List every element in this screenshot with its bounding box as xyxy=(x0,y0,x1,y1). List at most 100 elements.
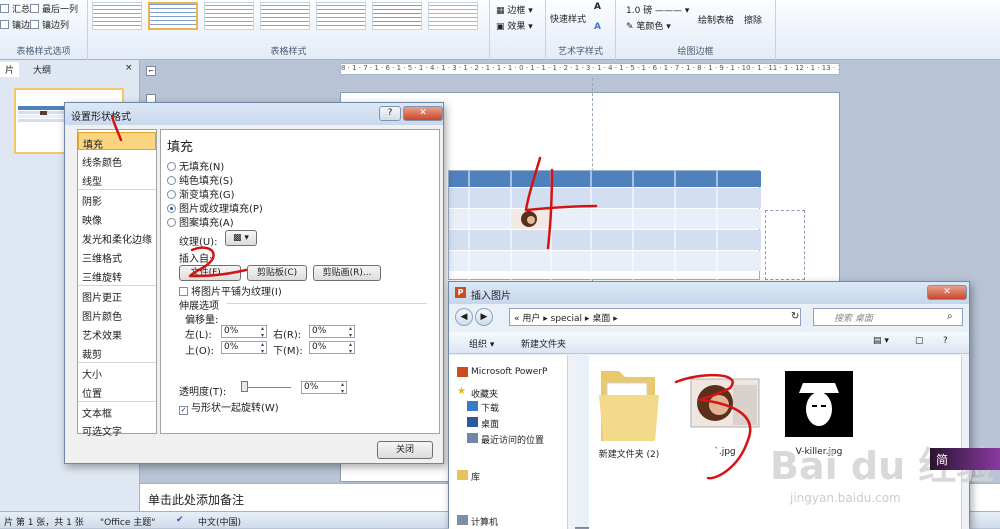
back-icon[interactable]: ◀ xyxy=(455,308,473,326)
dialog-titlebar[interactable]: P 插入图片 ✕ xyxy=(449,282,969,304)
banded-columns-option[interactable]: 镶边列 xyxy=(30,18,69,31)
border-button[interactable]: ▦ 边框 ▾ xyxy=(496,3,533,16)
breadcrumb-users[interactable]: 用户 xyxy=(522,314,540,324)
art-text-group: 快速样式 A A 艺术字样式 xyxy=(546,0,616,60)
language-indicator[interactable]: 中文(中国) xyxy=(198,515,241,528)
eraser-button[interactable]: 擦除 xyxy=(744,13,762,26)
transparency-input[interactable]: 0% xyxy=(301,381,347,395)
nav-crop[interactable]: 裁剪 xyxy=(78,343,156,361)
nav-3d-rotation[interactable]: 三维旋转 xyxy=(78,266,156,284)
tree-item-downloads[interactable]: 下载 xyxy=(467,401,499,414)
slider-thumb[interactable] xyxy=(241,381,248,392)
tree-item-libraries[interactable]: 库 xyxy=(457,470,480,483)
nav-picture-color[interactable]: 图片颜色 xyxy=(78,305,156,323)
nav-position[interactable]: 位置 xyxy=(78,382,156,400)
tree-item-computer[interactable]: 计算机 xyxy=(457,515,498,528)
organize-button[interactable]: 组织 ▾ xyxy=(469,337,494,350)
nav-text-box[interactable]: 文本框 xyxy=(78,402,156,420)
table-style-swatch[interactable] xyxy=(372,2,422,30)
solid-fill-radio[interactable]: 纯色填充(S) xyxy=(167,172,233,187)
divider xyxy=(227,303,427,304)
tab-slides[interactable]: 片 xyxy=(0,62,20,77)
no-fill-radio[interactable]: 无填充(N) xyxy=(167,158,224,173)
folder-item[interactable]: 新建文件夹 (2) xyxy=(589,365,669,460)
nav-reflection[interactable]: 映像 xyxy=(78,209,156,227)
horizontal-ruler[interactable]: 8 · 1 · 7 · 1 · 6 · 1 · 5 · 1 · 4 · 1 · … xyxy=(340,63,840,75)
address-bar[interactable]: « 用户 ▸ special ▸ 桌面 ▸ xyxy=(509,308,801,326)
forward-icon[interactable]: ▶ xyxy=(475,308,493,326)
offsets-label: 偏移量: xyxy=(185,315,219,326)
tree-item-recent[interactable]: 最近访问的位置 xyxy=(467,433,544,446)
gradient-fill-radio[interactable]: 渐变填充(G) xyxy=(167,186,235,201)
pen-color-button[interactable]: ✎ 笔颜色 ▾ xyxy=(626,19,671,32)
table-style-swatch-selected[interactable] xyxy=(148,2,198,30)
text-effects-icon[interactable]: A xyxy=(594,22,601,32)
spellcheck-icon[interactable]: ✔ xyxy=(176,515,184,525)
tab-outline[interactable]: 大纲 xyxy=(28,62,56,77)
clipart-button[interactable]: 剪贴画(R)... xyxy=(313,265,381,281)
transparency-slider[interactable] xyxy=(241,387,291,388)
table-style-swatch[interactable] xyxy=(92,2,142,30)
search-input[interactable]: 搜索 桌面 xyxy=(813,308,963,326)
close-icon[interactable]: × xyxy=(120,62,138,77)
table-style-swatch[interactable] xyxy=(316,2,366,30)
file-button[interactable]: 文件(F)... xyxy=(179,265,241,281)
slide-table[interactable] xyxy=(448,170,761,281)
tab-selector-icon[interactable]: ⌐ xyxy=(146,66,156,76)
tile-picture-checkbox[interactable]: 将图片平铺为纹理(I) xyxy=(179,283,282,298)
nav-alt-text[interactable]: 可选文字 xyxy=(78,420,156,438)
left-offset-input[interactable]: 0% xyxy=(221,325,267,339)
clipboard-button[interactable]: 剪贴板(C) xyxy=(247,265,307,281)
nav-artistic-effects[interactable]: 艺术效果 xyxy=(78,324,156,342)
table-style-swatch[interactable] xyxy=(260,2,310,30)
tree-item-powerpoint[interactable]: Microsoft PowerP xyxy=(457,367,547,377)
right-offset-label: 右(R): xyxy=(273,330,302,341)
image-file-item[interactable]: V-killer.jpg xyxy=(779,365,859,457)
view-options-icon[interactable]: ▤ ▾ xyxy=(873,336,889,346)
nav-picture-corrections[interactable]: 图片更正 xyxy=(78,286,156,304)
close-icon[interactable]: ✕ xyxy=(927,285,967,300)
rotate-with-shape-checkbox[interactable]: ✓ 与形状一起旋转(W) xyxy=(179,399,279,415)
picture-fill-radio[interactable]: 图片或纹理填充(P) xyxy=(167,200,263,215)
texture-dropdown[interactable]: ▩ ▾ xyxy=(225,230,257,246)
search-icon[interactable]: ⌕ xyxy=(947,311,953,322)
mask-thumbnail xyxy=(785,371,853,437)
top-offset-input[interactable]: 0% xyxy=(221,341,267,355)
table-style-swatch[interactable] xyxy=(428,2,478,30)
nav-shadow[interactable]: 阴影 xyxy=(78,190,156,208)
slide-counter: 片 第 1 张，共 1 张 xyxy=(4,518,84,528)
new-folder-button[interactable]: 新建文件夹 xyxy=(521,337,566,350)
refresh-icon[interactable]: ↻ xyxy=(791,311,799,322)
tree-scrollbar[interactable] xyxy=(567,355,575,529)
theme-name: "Office 主题" xyxy=(100,518,156,528)
help-icon[interactable]: ? xyxy=(943,336,948,346)
tree-item-desktop[interactable]: 桌面 xyxy=(467,417,499,430)
nav-line-color[interactable]: 线条颜色 xyxy=(78,151,156,169)
bottom-offset-input[interactable]: 0% xyxy=(309,341,355,355)
close-icon[interactable]: ✕ xyxy=(403,106,443,121)
last-column-option[interactable]: 最后一列 xyxy=(30,2,78,15)
corner-tag: 简 xyxy=(930,448,1000,470)
draw-table-button[interactable]: 绘制表格 xyxy=(698,13,734,26)
nav-glow[interactable]: 发光和柔化边缘 xyxy=(78,228,156,246)
help-button[interactable]: ? xyxy=(379,106,401,121)
close-button[interactable]: 关闭 xyxy=(377,441,433,459)
image-file-item[interactable]: `.jpg xyxy=(685,365,765,457)
breadcrumb-special[interactable]: special xyxy=(551,314,582,324)
effects-button[interactable]: ▣ 效果 ▾ xyxy=(496,19,533,32)
nav-size[interactable]: 大小 xyxy=(78,363,156,381)
nav-line-style[interactable]: 线型 xyxy=(78,170,156,188)
pattern-fill-radio[interactable]: 图案填充(A) xyxy=(167,214,234,229)
draw-borders-label: 绘图边框 xyxy=(677,47,714,57)
breadcrumb-desktop[interactable]: 桌面 xyxy=(592,314,610,324)
nav-3d-format[interactable]: 三维格式 xyxy=(78,247,156,265)
preview-pane-icon[interactable]: ▢ xyxy=(915,336,924,346)
text-fill-icon[interactable]: A xyxy=(594,2,601,12)
tree-item-favorites[interactable]: ★ 收藏夹 xyxy=(457,387,498,401)
pen-weight-dropdown[interactable]: 1.0 磅 ——— ▾ xyxy=(626,3,689,16)
quick-styles-button[interactable]: 快速样式 xyxy=(550,12,586,25)
right-offset-input[interactable]: 0% xyxy=(309,325,355,339)
nav-fill[interactable]: 填充 xyxy=(78,132,156,151)
dialog-titlebar[interactable]: 设置形状格式 ? ✕ xyxy=(65,103,443,125)
table-style-swatch[interactable] xyxy=(204,2,254,30)
